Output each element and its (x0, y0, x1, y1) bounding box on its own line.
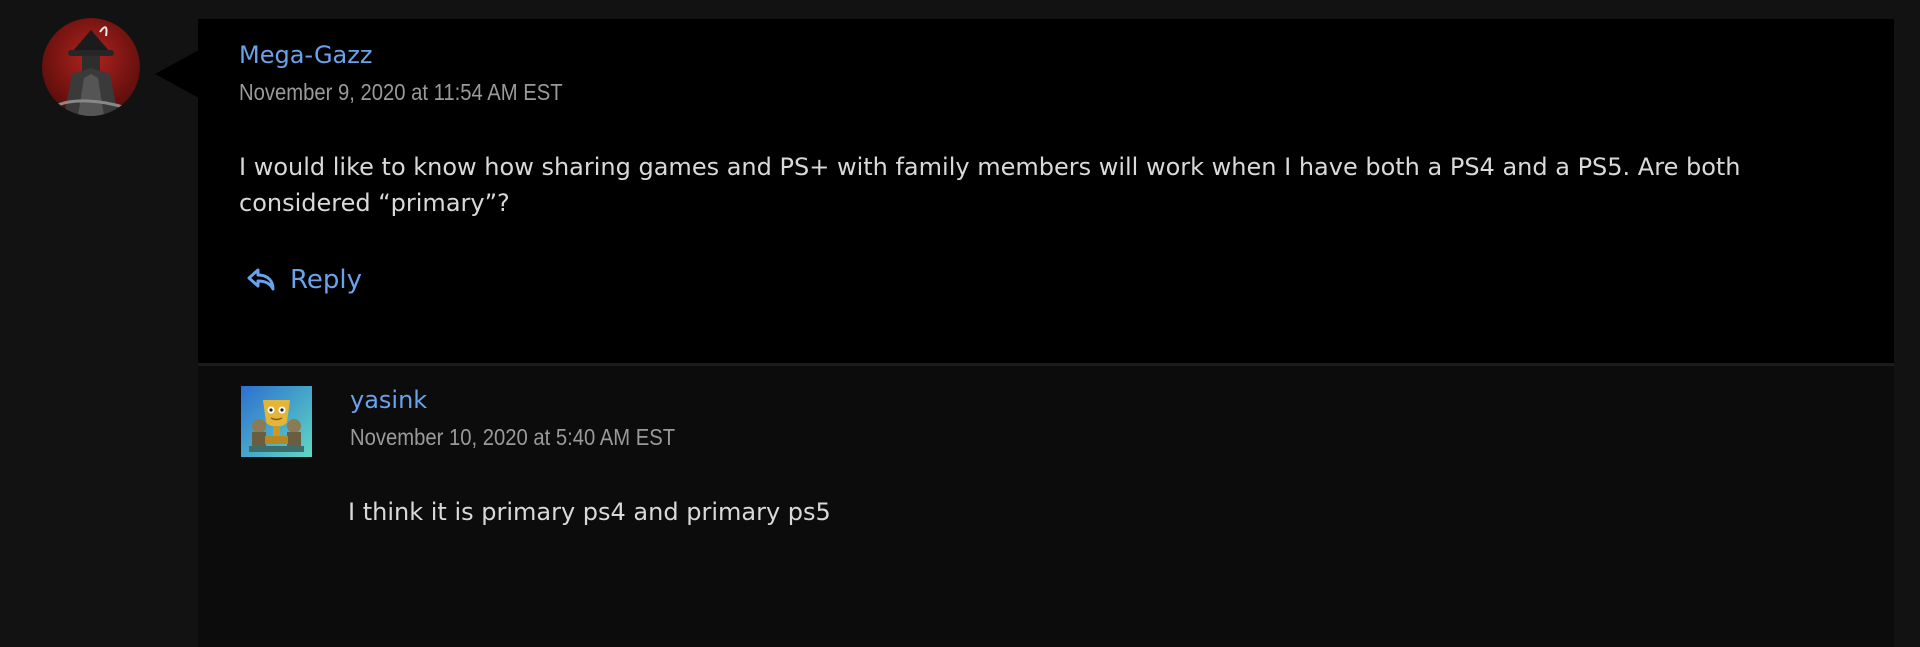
comment: Mega-Gazz November 9, 2020 at 11:54 AM E… (198, 19, 1894, 363)
trophy-avatar-icon[interactable] (241, 386, 312, 457)
comment-pointer (155, 50, 199, 98)
reply-timestamp[interactable]: November 10, 2020 at 5:40 AM EST (350, 424, 675, 451)
comment-author-link[interactable]: Mega-Gazz (239, 41, 372, 69)
reply-button[interactable]: Reply (246, 265, 362, 295)
comment-timestamp[interactable]: November 9, 2020 at 11:54 AM EST (239, 79, 563, 106)
hunter-avatar-icon[interactable] (42, 18, 140, 116)
reply-author-link[interactable]: yasink (350, 386, 427, 414)
reply-body: I think it is primary ps4 and primary ps… (348, 498, 831, 526)
reply-button-label: Reply (290, 265, 363, 295)
comment-reply: yasink November 10, 2020 at 5:40 AM EST … (198, 366, 1894, 647)
comment-body: I would like to know how sharing games a… (239, 153, 1741, 217)
reply-arrow-icon (246, 267, 276, 293)
